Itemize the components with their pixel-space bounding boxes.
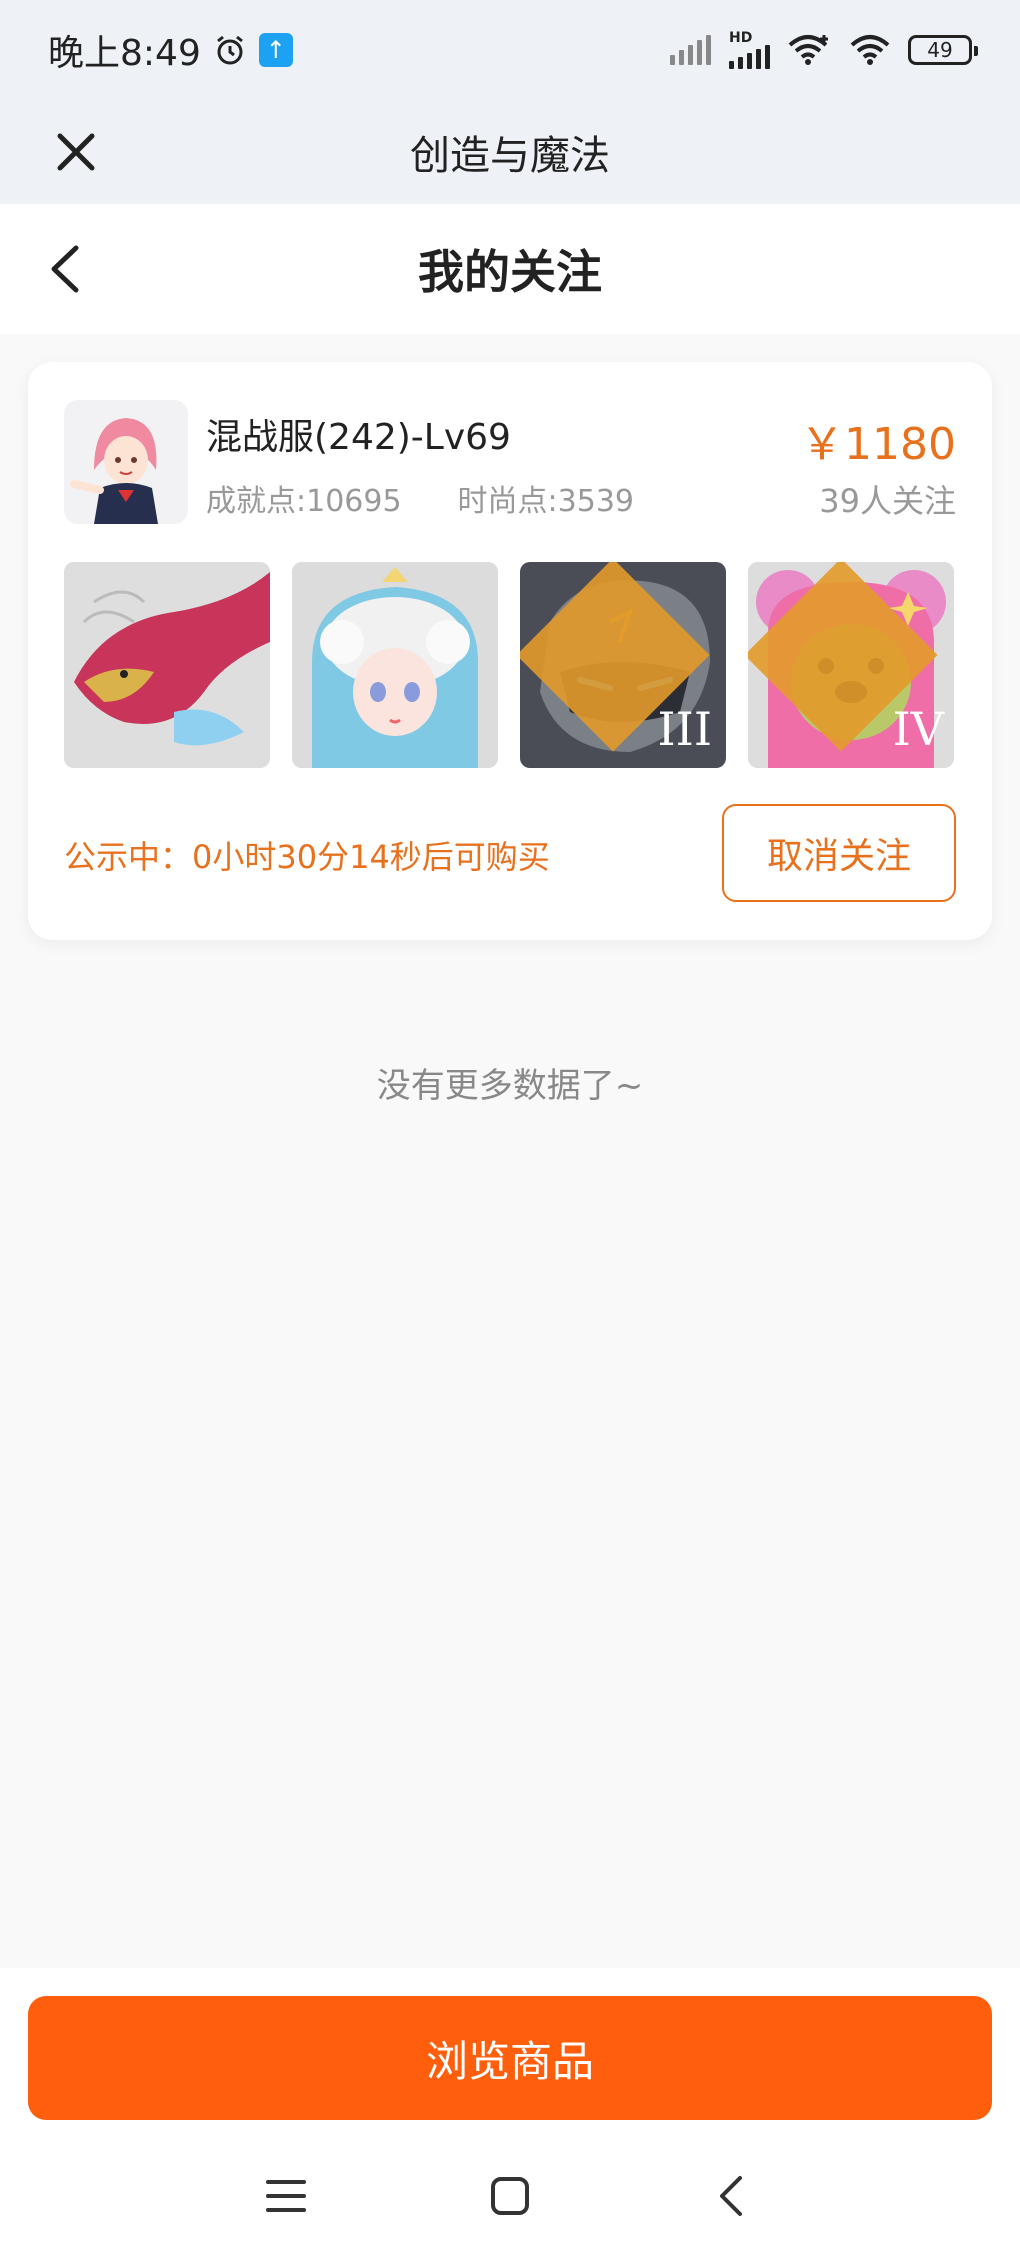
battery-icon: 49: [908, 35, 978, 65]
character-avatar: [64, 400, 188, 524]
app-title: 创造与魔法: [410, 133, 610, 179]
page-header: 我的关注: [0, 204, 1020, 334]
status-bar: 晚上8:49 ↑ HD 49: [0, 0, 1020, 100]
unfollow-button[interactable]: 取消关注: [722, 804, 956, 902]
signal-weak-icon: [670, 35, 711, 65]
follower-count: 39人关注: [819, 482, 956, 520]
fashion-points: 时尚点:3539: [457, 484, 635, 519]
page-title: 我的关注: [418, 245, 602, 299]
countdown-notice: 公示中：0小时30分14秒后可购买: [64, 838, 550, 876]
bottom-action-bar: 浏览商品: [0, 1968, 1020, 2128]
browse-products-button[interactable]: 浏览商品: [28, 1996, 992, 2120]
listing-card[interactable]: 混战服(242)-Lv69 成就点:10695 时尚点:3539 ￥1180 3…: [28, 362, 992, 940]
grade-label: IV: [892, 702, 944, 756]
network-type-label: HD: [729, 30, 753, 46]
close-icon[interactable]: [54, 130, 98, 174]
points-row: 成就点:10695 时尚点:3539: [206, 476, 634, 520]
price: ￥1180: [800, 419, 956, 470]
item-thumbnail[interactable]: III: [520, 562, 726, 768]
home-icon[interactable]: [488, 2174, 532, 2218]
achievement-points: 成就点:10695: [206, 484, 402, 519]
server-level: 混战服(242)-Lv69: [206, 417, 511, 458]
no-more-data-text: 没有更多数据了~: [376, 1066, 644, 1106]
alarm-clock-icon: [216, 35, 243, 65]
item-thumbnail[interactable]: [292, 562, 498, 768]
signal-strong-icon: [729, 45, 770, 69]
system-nav-bar: [0, 2128, 1020, 2267]
item-thumbnail[interactable]: IV: [748, 562, 954, 768]
grade-label: III: [657, 702, 712, 756]
screen: 晚上8:49 ↑ HD 49 创造与魔法 我的关注 混战服(242)-Lv69 …: [0, 0, 1020, 2267]
character-avatar-icon: [64, 400, 188, 524]
status-time: 晚上8:49: [48, 33, 201, 74]
back-icon[interactable]: [710, 2174, 754, 2218]
wifi-icon: [850, 35, 890, 65]
dragon-mount-icon: [64, 562, 270, 768]
app-header: 创造与魔法: [0, 100, 1020, 204]
item-thumbnail[interactable]: [64, 562, 270, 768]
wifi-plus-icon: [788, 35, 828, 65]
upload-icon: ↑: [258, 33, 293, 67]
back-arrow-icon[interactable]: [46, 242, 86, 296]
battery-level: 49: [927, 38, 953, 62]
menu-icon[interactable]: [264, 2174, 308, 2218]
item-thumbnails: III IV: [64, 562, 954, 768]
cloud-girl-pet-icon: [292, 562, 498, 768]
